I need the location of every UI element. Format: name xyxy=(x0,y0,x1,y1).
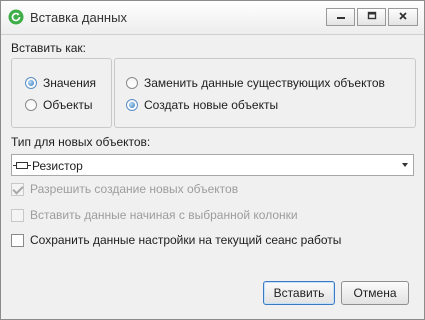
cancel-button[interactable]: Отмена xyxy=(341,281,409,305)
refresh-icon xyxy=(8,9,24,25)
resistor-icon xyxy=(13,162,31,169)
paste-as-label: Вставить как: xyxy=(11,41,86,55)
window-controls xyxy=(326,8,418,26)
object-type-label: Тип для новых объектов: xyxy=(11,135,151,149)
maximize-button[interactable] xyxy=(357,8,386,26)
radio-create-new-indicator[interactable] xyxy=(126,99,138,111)
maximize-icon xyxy=(367,10,377,24)
radio-replace-existing-label: Заменить данные существующих объектов xyxy=(144,76,385,90)
dialog-title: Вставка данных xyxy=(30,10,127,25)
save-settings-checkbox-box[interactable] xyxy=(11,233,24,247)
close-icon xyxy=(398,10,408,24)
object-type-select[interactable]: Резистор xyxy=(11,154,414,176)
paste-from-column-checkbox[interactable]: Вставить данные начиная с выбранной коло… xyxy=(11,208,298,222)
paste-mode-group: Заменить данные существующих объектов Со… xyxy=(114,58,416,128)
minimize-icon xyxy=(336,10,346,24)
radio-values-label: Значения xyxy=(43,76,97,90)
allow-create-checkbox[interactable]: Разрешить создание новых объектов xyxy=(11,182,238,196)
radio-create-new-label: Создать новые объекты xyxy=(144,98,279,112)
allow-create-label: Разрешить создание новых объектов xyxy=(30,182,239,196)
radio-objects-label: Объекты xyxy=(43,98,93,112)
paste-button[interactable]: Вставить xyxy=(263,281,335,305)
paste-type-group: Значения Объекты xyxy=(11,58,112,128)
paste-from-column-checkbox-box[interactable] xyxy=(11,208,24,222)
title-bar[interactable]: Вставка данных xyxy=(1,1,424,35)
close-button[interactable] xyxy=(388,8,418,26)
paste-from-column-label: Вставить данные начиная с выбранной коло… xyxy=(30,208,298,222)
radio-values-indicator[interactable] xyxy=(25,77,37,89)
save-settings-checkbox[interactable]: Сохранить данные настройки на текущий се… xyxy=(11,233,341,247)
radio-values[interactable]: Значения xyxy=(25,76,96,90)
chevron-down-icon[interactable] xyxy=(402,163,408,167)
minimize-button[interactable] xyxy=(326,8,355,26)
radio-replace-existing[interactable]: Заменить данные существующих объектов xyxy=(126,76,385,90)
paste-data-dialog: Вставка данных Вставить как: Значения Об… xyxy=(0,0,425,320)
allow-create-checkbox-box[interactable] xyxy=(11,182,24,196)
radio-objects[interactable]: Объекты xyxy=(25,98,93,112)
object-type-value: Резистор xyxy=(32,159,83,173)
radio-objects-indicator[interactable] xyxy=(25,99,37,111)
save-settings-label: Сохранить данные настройки на текущий се… xyxy=(30,233,342,247)
radio-create-new[interactable]: Создать новые объекты xyxy=(126,98,278,112)
radio-replace-existing-indicator[interactable] xyxy=(126,77,138,89)
